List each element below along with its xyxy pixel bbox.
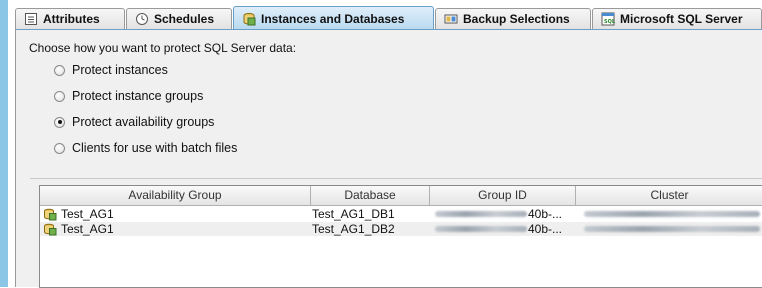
option-label: Protect instance groups	[72, 89, 204, 103]
radio-button[interactable]	[54, 142, 65, 154]
backup-selections-icon	[444, 14, 458, 24]
tab-microsoft-sql-server[interactable]: SQL Microsoft SQL Server	[592, 8, 762, 29]
redacted-text	[435, 211, 527, 217]
cell-availability-group: Test_AG1	[40, 207, 311, 221]
sql-server-icon: SQL	[601, 12, 615, 26]
tab-backup-selections[interactable]: Backup Selections	[435, 8, 591, 29]
attributes-icon	[25, 13, 37, 25]
svg-text:SQL: SQL	[604, 19, 615, 25]
tab-label: Backup Selections	[463, 12, 570, 26]
option-clients-batch-files[interactable]: Clients for use with batch files	[54, 141, 237, 155]
cell-availability-group: Test_AG1	[40, 222, 311, 236]
group-id-visible: 40b-...	[528, 222, 563, 236]
option-protect-instances[interactable]: Protect instances	[54, 63, 168, 77]
schedules-icon	[136, 13, 148, 25]
cell-cluster	[576, 207, 762, 221]
availability-group-name: Test_AG1	[61, 222, 114, 236]
table-row[interactable]: Test_AG1 Test_AG1_DB2 40b-...	[40, 222, 762, 236]
tab-label: Schedules	[154, 12, 215, 26]
option-label: Protect instances	[72, 63, 168, 77]
column-header-cluster[interactable]: Cluster	[576, 186, 762, 206]
radio-button[interactable]	[54, 90, 65, 102]
option-label: Protect availability groups	[72, 115, 215, 129]
radio-button[interactable]	[54, 64, 65, 76]
availability-group-icon	[44, 208, 57, 220]
radio-button-selected[interactable]	[54, 116, 65, 128]
table-header: Availability Group Database Group ID Clu…	[40, 186, 762, 206]
cell-group-id: 40b-...	[430, 222, 576, 236]
column-header-availability-group[interactable]: Availability Group	[40, 186, 311, 206]
option-protect-instance-groups[interactable]: Protect instance groups	[54, 89, 203, 103]
instances-databases-panel: Choose how you want to protect SQL Serve…	[15, 29, 762, 288]
cell-database: Test_AG1_DB2	[312, 222, 395, 236]
column-header-database[interactable]: Database	[311, 186, 430, 206]
section-divider	[30, 178, 762, 179]
availability-group-icon	[44, 223, 57, 235]
instances-databases-icon	[243, 12, 256, 25]
tab-label: Attributes	[43, 12, 100, 26]
tab-bar: Attributes Schedules Instances and Datab…	[15, 0, 762, 30]
tab-schedules[interactable]: Schedules	[126, 8, 232, 29]
table-row[interactable]: Test_AG1 Test_AG1_DB1 40b-...	[40, 207, 762, 221]
availability-group-name: Test_AG1	[61, 207, 114, 221]
tab-attributes[interactable]: Attributes	[15, 8, 125, 29]
redacted-text	[584, 211, 760, 217]
protection-prompt: Choose how you want to protect SQL Serve…	[29, 41, 297, 55]
redacted-text	[435, 226, 527, 232]
cell-group-id: 40b-...	[430, 207, 576, 221]
option-label: Clients for use with batch files	[72, 141, 238, 155]
column-header-group-id[interactable]: Group ID	[430, 186, 576, 206]
tab-label: Microsoft SQL Server	[620, 12, 743, 26]
group-id-visible: 40b-...	[528, 207, 563, 221]
policy-window: Attributes Schedules Instances and Datab…	[0, 0, 762, 288]
tab-label: Instances and Databases	[261, 11, 405, 26]
option-protect-availability-groups[interactable]: Protect availability groups	[54, 115, 214, 129]
availability-groups-table: Availability Group Database Group ID Clu…	[39, 185, 762, 288]
redacted-text	[584, 226, 760, 232]
cell-cluster	[576, 222, 762, 236]
left-accent-bar	[0, 0, 8, 287]
tab-instances-and-databases[interactable]: Instances and Databases	[233, 6, 434, 30]
cell-database: Test_AG1_DB1	[312, 207, 395, 221]
